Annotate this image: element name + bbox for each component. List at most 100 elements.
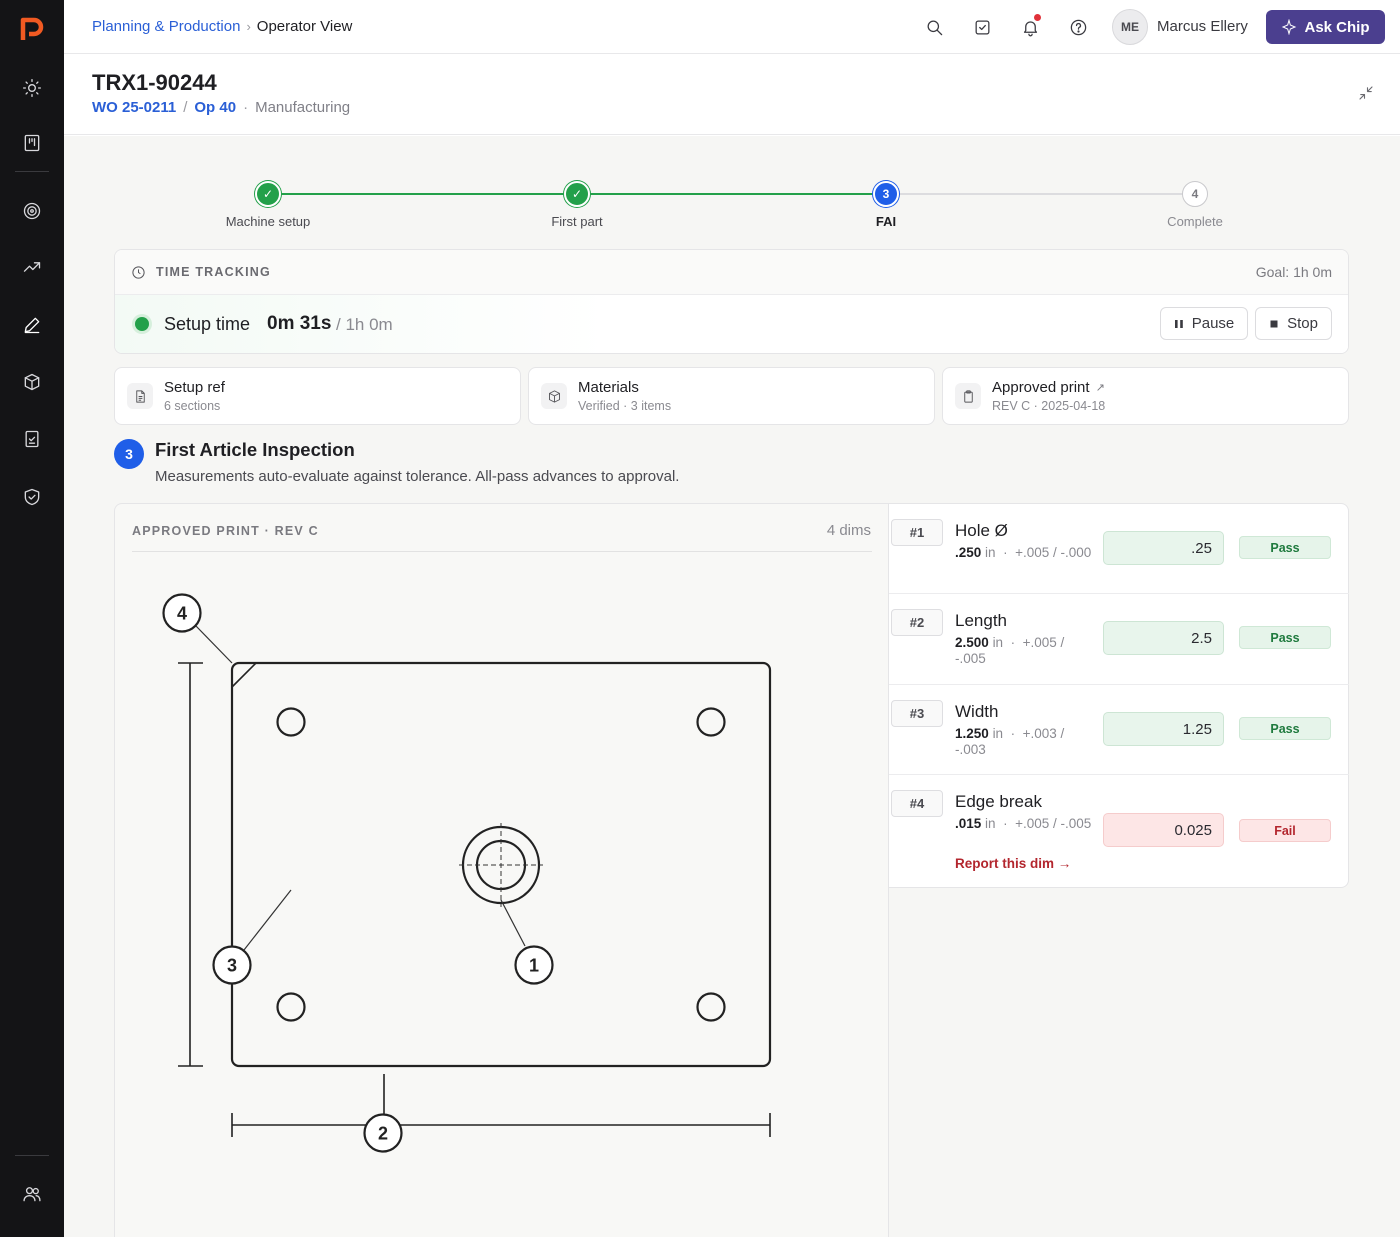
dimension-name: Edge break	[955, 792, 1042, 811]
dimension-name: Length	[955, 611, 1007, 630]
callout-balloon: 3	[212, 945, 252, 985]
approved-print-title: Approved print	[992, 379, 1090, 396]
step-connector	[886, 193, 1195, 195]
help-icon[interactable]	[1066, 15, 1090, 39]
job-subtitle: WO 25-0211 / Op 40 · Manufacturing	[92, 99, 350, 116]
sparkle-icon	[1282, 19, 1297, 35]
step-4-indicator[interactable]: 4	[1182, 181, 1208, 207]
step-2-check-icon[interactable]: ✓	[564, 181, 590, 207]
kanban-icon[interactable]	[20, 131, 44, 155]
dimension-row: #4 Edge break .015 in · +.005 / -.005 Re…	[889, 775, 1349, 888]
step-1-check-icon[interactable]: ✓	[255, 181, 281, 207]
part-drawing: 4 3 1 2	[162, 593, 772, 1153]
bell-icon[interactable]	[1018, 14, 1042, 39]
setup-ref-card[interactable]: Setup ref 6 sections	[114, 367, 521, 425]
corner-hole	[276, 992, 306, 1022]
dimension-number: #2	[891, 609, 943, 636]
materials-card[interactable]: Materials Verified · 3 items	[528, 367, 935, 425]
measurement-input[interactable]: 0.025	[1103, 813, 1224, 847]
dimension-spec: 1.250 in · +.003 / -.003	[955, 726, 1065, 757]
ask-chip-button[interactable]: Ask Chip	[1266, 10, 1385, 44]
pen-icon[interactable]	[20, 313, 44, 337]
target-icon[interactable]	[20, 199, 44, 223]
operation-link[interactable]: Op 40	[194, 99, 236, 116]
work-order-link[interactable]: WO 25-0211	[92, 99, 176, 116]
width-dimension-line	[178, 662, 203, 1067]
document-icon	[127, 383, 153, 409]
external-link-icon[interactable]: ↗	[1096, 381, 1105, 394]
box-icon[interactable]	[20, 370, 44, 394]
bore-centerlines	[459, 823, 543, 907]
measurement-input[interactable]: .25	[1103, 531, 1224, 565]
search-icon[interactable]	[922, 15, 946, 39]
report-dimension-link[interactable]: Report this dim →	[955, 856, 1071, 871]
status-badge: Pass	[1239, 536, 1331, 559]
breadcrumb-parent-link[interactable]: Planning & Production	[92, 18, 240, 35]
breadcrumb-separator: ›	[246, 19, 251, 34]
callout-balloon: 1	[514, 945, 554, 985]
status-badge: Pass	[1239, 626, 1331, 649]
dimension-spec: .250 in · +.005 / -.000	[955, 545, 1092, 560]
pause-icon	[1174, 319, 1183, 328]
step-3-indicator[interactable]: 3	[873, 181, 899, 207]
user-name[interactable]: Marcus Ellery	[1157, 18, 1248, 35]
pause-label: Pause	[1191, 315, 1235, 332]
measurement-input[interactable]: 2.5	[1103, 621, 1224, 655]
setup-ref-title: Setup ref	[164, 379, 225, 396]
corner-hole	[276, 707, 306, 737]
stop-icon	[1270, 320, 1278, 327]
materials-title: Materials	[578, 379, 639, 396]
callout-balloon: 2	[363, 1113, 403, 1153]
dimension-number: #3	[891, 700, 943, 727]
clock-icon	[131, 265, 146, 280]
length-dimension-line	[231, 1074, 771, 1137]
approved-print-card[interactable]: Approved print ↗ REV C · 2025-04-18	[942, 367, 1349, 425]
breadcrumb: Planning & Production › Operator View	[92, 18, 352, 35]
callout-balloon: 4	[162, 593, 202, 633]
page-title: TRX1-90244	[92, 70, 217, 95]
sun-icon[interactable]	[20, 76, 44, 100]
status-badge: Pass	[1239, 717, 1331, 740]
callout-label: 2	[378, 1124, 388, 1144]
shield-check-icon[interactable]	[20, 485, 44, 509]
stop-button[interactable]: Stop	[1255, 307, 1332, 340]
avatar[interactable]: ME	[1112, 9, 1148, 45]
clipboard-icon	[955, 383, 981, 409]
top-bar: Planning & Production › Operator View ME…	[64, 0, 1400, 54]
dimension-spec: .015 in · +.005 / -.005	[955, 816, 1092, 831]
dimension-row: #2 Length 2.500 in · +.005 / -.005 2.5 P…	[889, 594, 1349, 685]
dimension-name: Hole Ø	[955, 521, 1008, 540]
dimension-number: #1	[891, 519, 943, 546]
subtitle-slash: /	[183, 99, 188, 116]
dimensions-panel: #1 Hole Ø .250 in · +.005 / -.000 .25 Pa…	[889, 503, 1349, 888]
main-content: ✓ Machine setup ✓ First part 3 FAI 4 Com…	[64, 136, 1400, 1237]
step-1-label: Machine setup	[225, 214, 311, 229]
dimension-row: #3 Width 1.250 in · +.003 / -.003 1.25 P…	[889, 685, 1349, 775]
time-tracking-title: TIME TRACKING	[156, 265, 271, 279]
users-icon[interactable]	[20, 1182, 44, 1206]
callout-label: 1	[529, 956, 539, 976]
time-goal: Goal: 1h 0m	[1255, 264, 1332, 280]
subtitle-dot: ·	[243, 99, 249, 116]
status-badge: Fail	[1239, 819, 1331, 842]
box-icon	[541, 383, 567, 409]
ask-chip-label: Ask Chip	[1304, 18, 1370, 36]
app-logo[interactable]	[20, 16, 44, 42]
sidebar-divider	[15, 171, 49, 172]
corner-hole	[696, 992, 726, 1022]
checklist-icon[interactable]	[20, 427, 44, 451]
pause-button[interactable]: Pause	[1160, 307, 1248, 340]
approved-print-subtitle: REV C · 2025-04-18	[992, 399, 1106, 413]
timer-elapsed: 0m 31s	[267, 313, 332, 334]
stop-label: Stop	[1287, 315, 1318, 332]
print-panel: APPROVED PRINT · REV C 4 dims 4 3 1 2	[114, 503, 889, 1237]
measurement-input[interactable]: 1.25	[1103, 712, 1224, 746]
trend-icon[interactable]	[20, 255, 44, 279]
step-3-label: FAI	[875, 214, 897, 229]
collapse-icon[interactable]	[1357, 84, 1377, 104]
dimension-name: Width	[955, 702, 999, 721]
running-indicator	[135, 317, 149, 331]
step-2-label: First part	[551, 214, 603, 229]
tasks-icon[interactable]	[970, 15, 994, 39]
step-4-label: Complete	[1167, 214, 1223, 229]
